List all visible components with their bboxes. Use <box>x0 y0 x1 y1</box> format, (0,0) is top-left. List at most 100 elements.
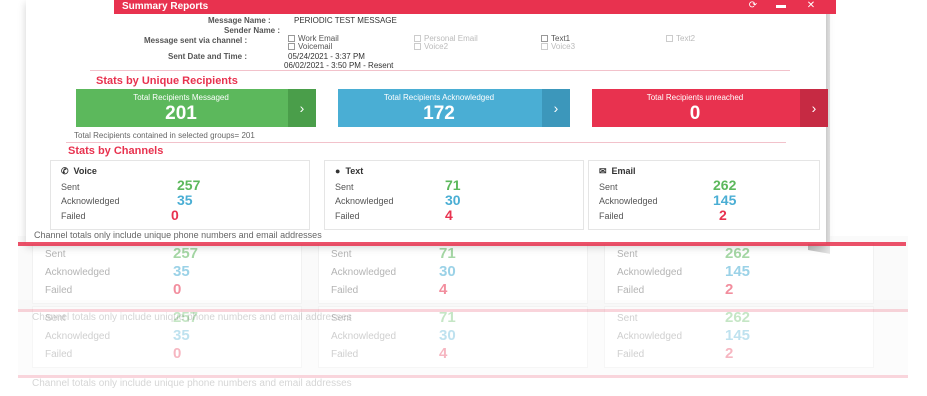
reflection-ack-label: Acknowledged <box>45 267 111 278</box>
voice-sent-value: 257 <box>177 177 201 193</box>
unchecked-icon <box>666 35 673 42</box>
reflection-failed-label: Failed <box>45 349 73 360</box>
acknowledged-label: Acknowledged <box>599 196 658 206</box>
channel-card-header: ✆ Voice <box>61 166 97 177</box>
sender-name-label: Sender Name : <box>224 26 281 35</box>
divider <box>66 142 786 143</box>
sent-label: Sent <box>335 182 354 192</box>
reflection-failed-label: Failed <box>331 285 359 296</box>
text-sent-value: 71 <box>445 177 461 193</box>
sent-label: Sent <box>599 182 618 192</box>
checkbox-voice2[interactable]: Voice2 <box>414 42 448 51</box>
reflection-card-voice: Sent 257 Acknowledged 35 Failed 0 <box>32 306 302 368</box>
minimize-icon[interactable]: ▬ <box>774 0 788 11</box>
tile-recipients-messaged-value: 201 <box>165 103 197 124</box>
tile-recipients-acknowledged[interactable]: Total Recipients Acknowledged 172 › <box>338 89 570 127</box>
reflection-voice-failed: 0 <box>173 281 182 298</box>
reflection-footnote: Channel totals only include unique phone… <box>32 378 352 389</box>
reflection-text-ack: 30 <box>439 263 456 280</box>
groups-note: Total Recipients contained in selected g… <box>74 131 255 140</box>
reflection-failed-label: Failed <box>617 285 645 296</box>
refresh-icon[interactable]: ⟳ <box>746 0 760 11</box>
reflection-sent-label: Sent <box>617 313 638 324</box>
reflection-text-sent: 71 <box>439 309 456 326</box>
sent-datetime-value-1: 05/24/2021 - 3:37 PM <box>288 52 365 61</box>
reflection-ack-label: Acknowledged <box>617 267 683 278</box>
reflection-layer-2: Sent 257 Acknowledged 35 Failed 0 Sent 7… <box>18 300 908 389</box>
reflection-ack-label: Acknowledged <box>45 331 111 342</box>
channel-card-voice: ✆ Voice Sent 257 Acknowledged 35 Failed 0 <box>50 160 310 230</box>
summary-reports-stage: Sent 257 Acknowledged 35 Failed 0 Sent 7… <box>0 0 927 396</box>
unique-recipients-title: Stats by Unique Recipients <box>96 75 238 87</box>
reflection-email-failed: 2 <box>725 345 734 362</box>
email-failed-value: 2 <box>719 207 727 223</box>
chevron-right-icon[interactable]: › <box>542 89 570 127</box>
reflection-voice-ack: 35 <box>173 263 190 280</box>
tile-recipients-messaged[interactable]: Total Recipients Messaged 201 › <box>76 89 316 127</box>
divider <box>90 70 790 71</box>
checkbox-voice3-label: Voice3 <box>551 42 576 51</box>
reflection-ack-label: Acknowledged <box>331 331 397 342</box>
channels-footnote: Channel totals only include unique phone… <box>34 230 322 240</box>
reflection-card-text: Sent 71 Acknowledged 30 Failed 4 <box>318 242 588 304</box>
close-icon[interactable]: ✕ <box>804 0 818 11</box>
message-name-label: Message Name : <box>208 16 271 25</box>
failed-label: Failed <box>61 211 86 221</box>
unchecked-icon <box>541 43 548 50</box>
tile-recipients-acknowledged-value: 172 <box>423 103 455 124</box>
channel-name: Text <box>345 166 364 176</box>
reflection-sent-label: Sent <box>331 249 352 260</box>
checked-icon <box>541 35 548 42</box>
phone-icon: ✆ <box>61 166 69 176</box>
acknowledged-label: Acknowledged <box>335 196 394 206</box>
reflection-text-ack: 30 <box>439 327 456 344</box>
checked-icon <box>288 35 295 42</box>
tile-recipients-unreached[interactable]: Total Recipients unreached 0 › <box>592 89 828 127</box>
chevron-right-icon[interactable]: › <box>288 89 316 127</box>
reflection-card-voice: Sent 257 Acknowledged 35 Failed 0 <box>32 242 302 304</box>
tile-recipients-unreached-label: Total Recipients unreached <box>646 93 744 102</box>
reflection-sent-label: Sent <box>617 249 638 260</box>
chat-bubble-icon: ● <box>335 166 341 176</box>
reflection-email-failed: 2 <box>725 281 734 298</box>
reflection-email-sent: 262 <box>725 245 751 262</box>
reflection-ack-label: Acknowledged <box>617 331 683 342</box>
reflection-failed-label: Failed <box>331 349 359 360</box>
reflection-sent-label: Sent <box>331 313 352 324</box>
failed-label: Failed <box>335 211 360 221</box>
checkbox-voice2-label: Voice2 <box>424 42 449 51</box>
reflection-card-email: Sent 262 Acknowledged 145 Failed 2 <box>604 306 874 368</box>
acknowledged-label: Acknowledged <box>61 196 120 206</box>
reflection-card-email: Sent 262 Acknowledged 145 Failed 2 <box>604 242 874 304</box>
unchecked-icon <box>414 35 421 42</box>
voice-ack-value: 35 <box>177 192 193 208</box>
envelope-icon: ✉ <box>599 166 607 176</box>
reflection-text-failed: 4 <box>439 281 448 298</box>
tile-recipients-unreached-value: 0 <box>689 103 701 124</box>
checkbox-voice3[interactable]: Voice3 <box>541 42 575 51</box>
unchecked-icon <box>414 43 421 50</box>
reflection-failed-label: Failed <box>45 285 73 296</box>
reflection-email-ack: 145 <box>725 263 751 280</box>
sent-datetime-label: Sent Date and Time : <box>168 52 247 61</box>
reflection-text-failed: 4 <box>439 345 448 362</box>
channels-label: Message sent via channel : <box>144 36 248 45</box>
reflection-voice-sent: 257 <box>173 245 199 262</box>
checkbox-text2[interactable]: Text2 <box>666 34 695 43</box>
reflection-email-ack: 145 <box>725 327 751 344</box>
reflection-sent-label: Sent <box>45 313 66 324</box>
channels-title: Stats by Channels <box>68 145 164 157</box>
channel-card-header: ✉ Email <box>599 166 636 177</box>
checkbox-voicemail[interactable]: Voicemail <box>288 42 332 51</box>
email-sent-value: 262 <box>713 177 737 193</box>
failed-label: Failed <box>599 211 624 221</box>
window-title: Summary Reports <box>122 1 209 12</box>
checked-icon <box>288 43 295 50</box>
window-titlebar: Summary Reports ⟳ ▬ ✕ <box>114 0 836 14</box>
text-ack-value: 30 <box>445 192 461 208</box>
reflection-failed-label: Failed <box>617 349 645 360</box>
chevron-right-icon[interactable]: › <box>800 89 828 127</box>
reflection-voice-failed: 0 <box>173 345 182 362</box>
channel-name: Voice <box>73 166 97 176</box>
tile-recipients-acknowledged-label: Total Recipients Acknowledged <box>383 93 495 102</box>
